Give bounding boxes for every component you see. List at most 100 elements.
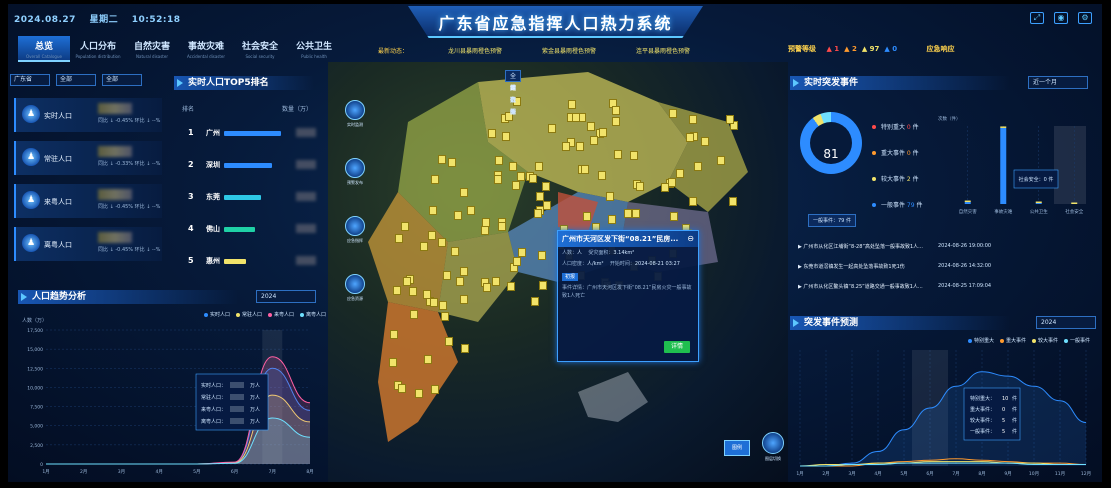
event-marker[interactable] [623,209,632,219]
event-marker[interactable] [590,135,599,145]
event-marker[interactable] [668,177,677,187]
event-marker[interactable] [448,157,457,167]
tab-natural-disaster[interactable]: 自然灾害 Natural disaster [126,36,178,62]
event-marker[interactable] [492,276,501,286]
province-select[interactable]: 广东省 [10,74,50,86]
ticker-item[interactable]: 龙川县暴雨橙色预警 [448,46,502,55]
event-marker[interactable] [568,100,577,110]
event-marker[interactable] [541,181,550,191]
alert-count[interactable]: ▲ 2 [844,45,857,53]
event-marker[interactable] [445,337,454,347]
legend-item[interactable]: 重大事件 [1000,337,1026,344]
event-marker[interactable] [440,311,449,321]
event-marker[interactable] [726,114,735,124]
tab-overview[interactable]: 总览 Overall Catalogue [18,36,70,62]
event-marker[interactable] [548,123,557,133]
event-marker[interactable] [533,208,542,218]
event-marker[interactable] [636,182,645,192]
command-button[interactable] [345,216,365,236]
event-marker[interactable] [507,282,516,292]
event-marker[interactable] [480,226,489,236]
ticker-item[interactable]: 紫金县暴雨橙色预警 [542,46,596,55]
event-marker[interactable] [390,330,399,340]
district-select[interactable]: 全部 [102,74,142,86]
event-marker[interactable] [427,231,436,241]
event-marker[interactable] [394,234,403,244]
event-marker[interactable] [430,175,439,185]
event-marker[interactable] [420,241,429,251]
event-marker[interactable] [493,175,502,185]
event-marker[interactable] [397,383,406,393]
card-outbound-population[interactable]: ♟ 离粤人口 同比 ↓ -0.45% 环比 ↓ --% [14,227,162,261]
event-marker[interactable] [430,297,439,307]
event-marker[interactable] [415,389,424,399]
alert-count[interactable]: ▲ 1 [826,45,839,53]
event-marker[interactable] [531,297,539,307]
event-marker[interactable] [502,131,511,141]
tab-social-security[interactable]: 社会安全 Social security [234,36,286,62]
event-marker[interactable] [561,141,570,151]
event-marker[interactable] [576,142,585,152]
card-resident-population[interactable]: ♟ 常驻人口 同比 ↓ -0.33% 环比 ↓ --% [14,141,162,175]
popup-detail-button[interactable]: 详情 [664,341,690,353]
event-marker[interactable] [466,205,475,215]
event-marker[interactable] [605,192,614,202]
event-marker[interactable] [728,197,737,207]
event-marker[interactable] [460,344,469,354]
forecast-year-select[interactable]: 2024 [1036,316,1096,329]
event-marker[interactable] [537,250,546,260]
event-marker[interactable] [431,385,440,395]
close-icon[interactable]: ⊖ [687,234,694,243]
news-row[interactable]: ▶ 广州市从化区江埔街“8-28”高处坠落一般事故致1人... 2024-08-2… [798,240,1090,254]
event-marker[interactable] [608,215,617,225]
tab-population[interactable]: 人口分布 Population distribution [72,36,124,62]
event-marker[interactable] [460,266,469,276]
legend-item[interactable]: 一般事件 [1064,337,1090,344]
event-marker[interactable] [498,222,507,232]
layer-switch-button[interactable] [762,432,784,454]
event-marker[interactable] [580,165,589,175]
event-marker[interactable] [428,205,437,215]
event-marker[interactable] [539,281,548,291]
settings-icon[interactable]: ⚙ [1078,12,1092,24]
event-marker[interactable] [482,282,491,292]
warning-publish-button[interactable] [345,158,365,178]
news-row[interactable]: ▶ 东莞市道滘镇发生一起高处坠落事故致1死1伤 2024-08-26 14:32:… [798,260,1090,274]
legend-button[interactable]: 图例 [724,440,750,456]
monitor-button[interactable] [345,100,365,120]
event-marker[interactable] [410,309,419,319]
legend-item[interactable]: 特别重大 [968,337,994,344]
event-marker[interactable] [453,211,462,221]
rank-row[interactable]: 1 广州 [188,128,316,140]
event-marker[interactable] [632,208,641,218]
map-tool-button[interactable]: 全部 [505,70,522,92]
event-marker[interactable] [460,295,468,305]
event-marker[interactable] [402,276,411,286]
event-marker[interactable] [612,117,621,127]
card-realtime-population[interactable]: ♟ 实时人口 同比 ↓ -0.45% 环比 ↓ --% [14,98,162,132]
event-marker[interactable] [437,155,446,165]
event-marker[interactable] [512,180,521,190]
event-marker[interactable] [676,168,685,178]
rank-row[interactable]: 4 佛山 [188,224,316,236]
alert-count[interactable]: ▲ 0 [884,45,897,53]
fullscreen-icon[interactable]: ⤢ [1030,12,1044,24]
event-marker[interactable] [494,155,503,165]
tab-public-health[interactable]: 公共卫生 Public health [288,36,340,62]
event-marker[interactable] [587,121,596,131]
event-marker[interactable] [612,106,621,116]
event-marker[interactable] [694,161,703,171]
event-marker[interactable] [614,150,623,160]
event-marker[interactable] [716,156,725,166]
event-marker[interactable] [669,211,678,221]
event-marker[interactable] [482,217,491,227]
event-marker[interactable] [534,162,543,172]
trend-year-select[interactable]: 2024 [256,290,316,303]
legend-item[interactable]: 较大事件 [1032,337,1058,344]
event-marker[interactable] [508,161,517,171]
tab-accident[interactable]: 事故灾难 Accidental disaster [180,36,232,62]
event-marker[interactable] [629,150,638,160]
event-marker[interactable] [689,114,698,124]
ticker-item[interactable]: 连平县暴雨橙色预警 [636,46,690,55]
event-marker[interactable] [688,197,697,207]
